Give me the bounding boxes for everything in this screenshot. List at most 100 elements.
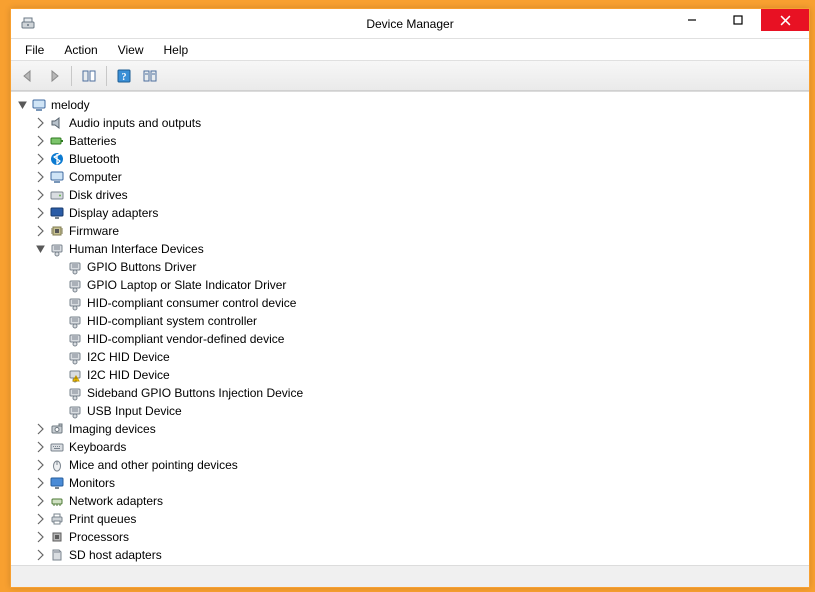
hid-icon [67, 385, 83, 401]
expand-collapse-icon[interactable] [35, 225, 47, 237]
close-button[interactable] [761, 9, 809, 31]
window: Device Manager File Action View Help [10, 8, 810, 588]
device-category-label: SD host adapters [69, 548, 162, 562]
hid-icon [67, 259, 83, 275]
hid-icon [67, 295, 83, 311]
device-category-label: Bluetooth [69, 152, 120, 166]
device-category[interactable]: Batteries [31, 132, 809, 150]
app-icon [19, 15, 37, 33]
expand-collapse-icon[interactable] [35, 207, 47, 219]
expand-collapse-icon[interactable] [35, 513, 47, 525]
device-category-label: Audio inputs and outputs [69, 116, 201, 130]
expand-collapse-icon[interactable] [35, 189, 47, 201]
device-item-label: GPIO Buttons Driver [87, 260, 196, 274]
disk-icon [49, 187, 65, 203]
device-category[interactable]: Firmware [31, 222, 809, 240]
tree-root-node[interactable]: melody [13, 96, 809, 114]
camera-icon [49, 421, 65, 437]
minimize-button[interactable] [669, 9, 715, 31]
device-category[interactable]: Disk drives [31, 186, 809, 204]
svg-text:?: ? [122, 72, 127, 83]
device-item[interactable]: HID-compliant vendor-defined device [49, 330, 809, 348]
titlebar[interactable]: Device Manager [11, 9, 809, 39]
hid-icon [49, 241, 65, 257]
device-category-label: Network adapters [69, 494, 163, 508]
keyboard-icon [49, 439, 65, 455]
device-tree-pane[interactable]: melody Audio inputs and outputs Batteries B… [11, 91, 809, 565]
hid-icon [67, 331, 83, 347]
tree-root-label: melody [51, 98, 90, 112]
display-icon [49, 205, 65, 221]
menu-file[interactable]: File [17, 41, 52, 59]
expand-collapse-icon[interactable] [17, 99, 29, 111]
device-category-label: Batteries [69, 134, 116, 148]
expand-collapse-icon[interactable] [35, 171, 47, 183]
expand-collapse-icon[interactable] [35, 549, 47, 561]
device-item[interactable]: HID-compliant system controller [49, 312, 809, 330]
expand-collapse-icon[interactable] [35, 423, 47, 435]
menu-action[interactable]: Action [56, 41, 105, 59]
device-category[interactable]: Audio inputs and outputs [31, 114, 809, 132]
expand-collapse-icon[interactable] [35, 441, 47, 453]
menubar: File Action View Help [11, 39, 809, 61]
menu-view[interactable]: View [110, 41, 152, 59]
expand-collapse-icon [53, 333, 65, 345]
device-item[interactable]: I2C HID Device [49, 366, 809, 384]
expand-collapse-icon [53, 297, 65, 309]
device-item[interactable]: GPIO Laptop or Slate Indicator Driver [49, 276, 809, 294]
device-item[interactable]: I2C HID Device [49, 348, 809, 366]
device-category[interactable]: Human Interface Devices [31, 240, 809, 258]
help-button[interactable]: ? [113, 65, 135, 87]
expand-collapse-icon[interactable] [35, 117, 47, 129]
device-item-label: USB Input Device [87, 404, 182, 418]
hid-icon [67, 349, 83, 365]
toolbar: ? [11, 61, 809, 91]
expand-collapse-icon [53, 369, 65, 381]
expand-collapse-icon[interactable] [35, 135, 47, 147]
network-icon [49, 493, 65, 509]
device-item[interactable]: HID-compliant consumer control device [49, 294, 809, 312]
device-category-label: Disk drives [69, 188, 128, 202]
device-category-label: Mice and other pointing devices [69, 458, 238, 472]
back-button[interactable] [17, 65, 39, 87]
expand-collapse-icon[interactable] [35, 495, 47, 507]
expand-collapse-icon[interactable] [35, 459, 47, 471]
hid-warn-icon [67, 367, 83, 383]
cpu-icon [49, 529, 65, 545]
expand-collapse-icon[interactable] [35, 243, 47, 255]
maximize-button[interactable] [715, 9, 761, 31]
device-category[interactable]: Keyboards [31, 438, 809, 456]
expand-collapse-icon[interactable] [35, 531, 47, 543]
toolbar-separator [71, 66, 72, 86]
hid-icon [67, 277, 83, 293]
device-category[interactable]: Bluetooth [31, 150, 809, 168]
expand-collapse-icon [53, 261, 65, 273]
device-item-label: I2C HID Device [87, 350, 170, 364]
device-category-label: Firmware [69, 224, 119, 238]
device-item[interactable]: Sideband GPIO Buttons Injection Device [49, 384, 809, 402]
bluetooth-icon [49, 151, 65, 167]
sd-icon [49, 547, 65, 563]
expand-collapse-icon [53, 387, 65, 399]
device-item[interactable]: USB Input Device [49, 402, 809, 420]
device-category[interactable]: SD host adapters [31, 546, 809, 564]
computer-icon [49, 169, 65, 185]
device-category-label: Imaging devices [69, 422, 156, 436]
device-category[interactable]: Monitors [31, 474, 809, 492]
device-category[interactable]: Print queues [31, 510, 809, 528]
statusbar [11, 565, 809, 587]
properties-button[interactable] [139, 65, 161, 87]
menu-help[interactable]: Help [156, 41, 197, 59]
expand-collapse-icon [53, 315, 65, 327]
forward-button[interactable] [43, 65, 65, 87]
expand-collapse-icon[interactable] [35, 153, 47, 165]
device-category[interactable]: Processors [31, 528, 809, 546]
device-item[interactable]: GPIO Buttons Driver [49, 258, 809, 276]
expand-collapse-icon[interactable] [35, 477, 47, 489]
device-category[interactable]: Display adapters [31, 204, 809, 222]
device-category[interactable]: Computer [31, 168, 809, 186]
show-hide-console-button[interactable] [78, 65, 100, 87]
device-category[interactable]: Imaging devices [31, 420, 809, 438]
device-category[interactable]: Mice and other pointing devices [31, 456, 809, 474]
device-category[interactable]: Network adapters [31, 492, 809, 510]
